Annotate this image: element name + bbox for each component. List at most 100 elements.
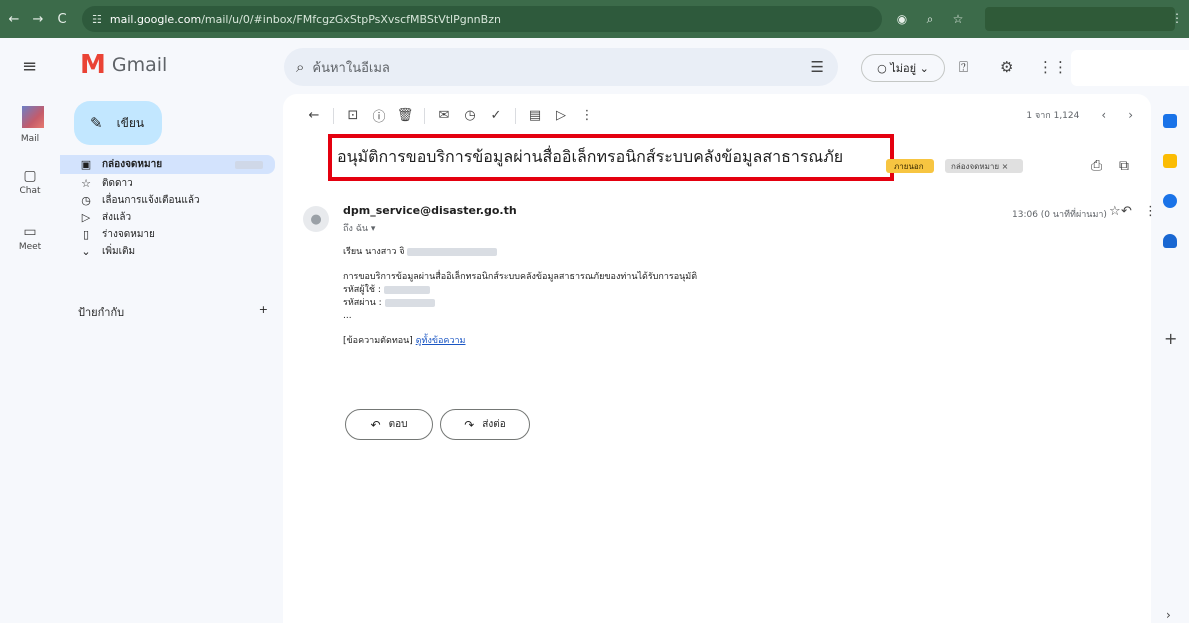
eye-icon[interactable]: ◉ (894, 12, 910, 26)
app-name: Gmail (111, 54, 168, 76)
inbox-icon: ▣ (80, 158, 92, 171)
zoom-icon[interactable]: ⌕ (922, 12, 938, 27)
sender-avatar[interactable]: ● (303, 206, 329, 232)
newer-chevron-icon[interactable]: ‹ (1101, 108, 1106, 122)
print-icon[interactable]: ⎙ (1091, 158, 1102, 174)
star-icon[interactable]: ☆ (1109, 204, 1121, 219)
back-to-inbox-icon[interactable]: ← (301, 108, 327, 123)
browser-menu-icon[interactable]: ⋮ (1171, 11, 1183, 25)
sidebar-item-label: เลื่อนการแจ้งเตือนแล้ว (102, 194, 200, 206)
forward-icon: ↷ (464, 417, 475, 432)
chevron-down-icon: ⌄ (916, 61, 929, 75)
sender-email[interactable]: dpm_service@disaster.go.th (343, 204, 517, 217)
bookmark-star-icon[interactable]: ☆ (950, 12, 966, 26)
side-panel-rail: + › (1151, 94, 1189, 623)
email-panel: ← ⊡ ⓘ 🗑 ✉ ◷ ✓ ▤ ▷ ⋮ 1 จาก 1,124 ‹ › อนุม… (283, 94, 1157, 623)
address-bar[interactable]: ☷ mail.google.com/mail/u/0/#inbox/FMfcgz… (82, 6, 882, 32)
snooze-icon[interactable]: ◷ (457, 108, 483, 123)
rail-meet-label: Meet (18, 242, 42, 252)
browser-chrome: ← → C ☷ mail.google.com/mail/u/0/#inbox/… (0, 0, 1189, 38)
subject-highlight-box: อนุมัติการขอบริการข้อมูลผ่านสื่ออิเล็กทร… (328, 134, 894, 181)
inbox-tag[interactable]: กล่องจดหมาย × (945, 159, 1023, 173)
tasks-icon[interactable] (1163, 194, 1177, 208)
search-input[interactable]: ⌕ ค้นหาในอีเมล ☰ (284, 48, 838, 86)
chevron-down-icon: ⌄ (81, 244, 91, 258)
rail-chat-label: Chat (19, 186, 41, 196)
more-options-icon[interactable]: ⋮ (574, 108, 600, 123)
add-label-icon[interactable]: + (259, 303, 268, 321)
rail-mail[interactable]: Mail (0, 134, 60, 144)
email-time: 13:06 (0 นาทีที่ผ่านมา) (1012, 210, 1107, 220)
add-task-icon[interactable]: ✓ (483, 108, 509, 123)
sidebar-item-snoozed[interactable]: ◷ เลื่อนการแจ้งเตือนแล้ว (60, 192, 275, 208)
calendar-icon[interactable] (1163, 114, 1177, 128)
sidebar-item-label: กล่องจดหมาย (102, 159, 163, 170)
pager-text: 1 จาก 1,124 (1026, 111, 1080, 121)
forward-arrow-icon[interactable]: → (28, 12, 48, 27)
contacts-icon[interactable] (1163, 234, 1177, 248)
unread-count (235, 160, 263, 169)
reply-button[interactable]: ↶ ตอบ (345, 409, 433, 440)
status-circle-icon: ○ (877, 61, 891, 75)
rail-mail-label: Mail (20, 134, 40, 144)
status-label: ไม่อยู่ (890, 62, 917, 75)
reply-icon: ↶ (370, 417, 381, 432)
search-placeholder: ค้นหาในอีเมล (312, 60, 390, 76)
sidebar-item-label: เพิ่มเติม (102, 245, 136, 257)
sidebar-item-drafts[interactable]: ▯ ร่างจดหมาย (60, 226, 275, 242)
older-chevron-icon[interactable]: › (1128, 108, 1133, 122)
mark-unread-icon[interactable]: ✉ (431, 108, 457, 123)
body-line: การขอบริการข้อมูลผ่านสื่ออิเล็กทรอนิกส์ร… (343, 272, 698, 282)
back-arrow-icon[interactable]: ← (4, 12, 24, 27)
reply-icon[interactable]: ↶ (1121, 204, 1132, 219)
chat-icon: ▢ (23, 168, 37, 184)
forward-button[interactable]: ↷ ส่งต่อ (440, 409, 530, 440)
search-options-icon[interactable]: ☰ (811, 58, 824, 76)
mail-app-icon[interactable] (22, 106, 44, 128)
label-icon[interactable]: ▷ (548, 108, 574, 123)
apps-grid-icon[interactable]: ⋮⋮ (1038, 58, 1068, 76)
account-area[interactable] (1071, 50, 1189, 86)
search-icon[interactable]: ⌕ (296, 58, 304, 76)
reload-icon[interactable]: C (52, 12, 72, 27)
sidebar-item-starred[interactable]: ☆ ติดดาว (60, 175, 275, 191)
profile-area[interactable] (985, 7, 1175, 31)
delete-icon[interactable]: 🗑 (392, 108, 418, 123)
sidebar-nav: ▣ กล่องจดหมาย ☆ ติดดาว ◷ เลื่อนการแจ้งเต… (60, 155, 275, 260)
forward-label: ส่งต่อ (482, 419, 506, 430)
add-addon-icon[interactable]: + (1164, 329, 1177, 348)
report-spam-icon[interactable]: ⓘ (366, 106, 392, 125)
sidebar-item-sent[interactable]: ▷ ส่งแล้ว (60, 209, 275, 225)
compose-button[interactable]: ✎ เขียน (74, 101, 162, 145)
compose-label: เขียน (116, 115, 145, 130)
sidebar-item-label: ติดดาว (102, 177, 133, 189)
trimmed-line: [ข้อความตัดทอน] ดูทั้งข้อความ (343, 336, 466, 346)
labels-heading: ป้ายกำกับ (78, 306, 125, 319)
main-menu-icon[interactable]: ≡ (22, 56, 37, 77)
recipient-line[interactable]: ถึง ฉัน ▾ (343, 221, 375, 235)
external-tag: ภายนอก (886, 159, 934, 173)
sidebar-item-more[interactable]: ⌄ เพิ่มเติม (60, 243, 275, 259)
status-dropdown[interactable]: ○ ไม่อยู่ ⌄ (861, 54, 945, 82)
sidebar-item-inbox[interactable]: ▣ กล่องจดหมาย (60, 155, 275, 174)
keep-icon[interactable] (1163, 154, 1177, 168)
expand-panel-icon[interactable]: › (1166, 608, 1171, 622)
rail-chat[interactable]: ▢ Chat (0, 168, 60, 196)
pager: 1 จาก 1,124 ‹ › (1026, 108, 1133, 122)
open-new-window-icon[interactable]: ⧉ (1119, 158, 1129, 174)
help-icon[interactable]: ⍰ (959, 58, 968, 76)
toolbar-divider (515, 107, 516, 124)
site-info-icon[interactable]: ☷ (92, 13, 102, 26)
sidebar-item-label: ส่งแล้ว (102, 211, 132, 223)
gmail-logo[interactable]: M Gmail (80, 50, 167, 80)
view-full-link[interactable]: ดูทั้งข้อความ (416, 336, 466, 346)
password-line: รหัสผ่าน : (343, 297, 943, 310)
pencil-icon: ✎ (90, 114, 103, 132)
clock-icon: ◷ (81, 193, 91, 207)
reply-label: ตอบ (388, 419, 408, 430)
archive-icon[interactable]: ⊡ (340, 108, 366, 123)
rail-meet[interactable]: ▭ Meet (0, 224, 60, 252)
move-to-icon[interactable]: ▤ (522, 108, 548, 123)
gmail-m-icon: M (80, 50, 106, 80)
settings-gear-icon[interactable]: ⚙ (1000, 58, 1013, 76)
